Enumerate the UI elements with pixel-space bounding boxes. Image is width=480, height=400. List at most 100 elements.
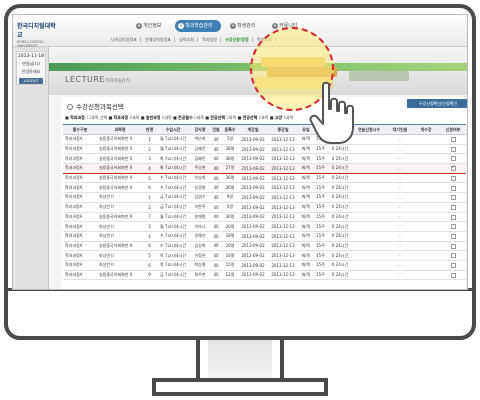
table-cell: 수 7교시/4시간 — [156, 173, 190, 184]
table-cell: 2013-12-13 — [268, 182, 298, 194]
table-cell: 2013-09-02 — [238, 173, 268, 184]
select-checkbox[interactable] — [450, 185, 456, 191]
table-cell: - — [385, 221, 415, 232]
table-cell — [415, 153, 437, 165]
column-header[interactable]: 대기인원 — [385, 124, 415, 135]
table-cell: 2013-12-13 — [268, 192, 298, 203]
scrollbar[interactable] — [466, 124, 467, 289]
table-cell: 12명 — [222, 270, 238, 281]
column-header[interactable]: 수업시간 — [156, 124, 190, 135]
registration-confirm-button[interactable]: 수강신청확인/신청확인 — [407, 99, 467, 108]
submenu-item[interactable]: 성적조회 — [176, 37, 198, 42]
table-row[interactable]: 학과과정A 실용중국어회화반 II 2 월 7교시/4시간 김혜진 40 38명 2013-0… — [63, 144, 467, 155]
table-cell: 15주 — [314, 231, 327, 242]
submenu-item[interactable]: 전체강의일정표 — [142, 37, 175, 42]
submenu-item-registration[interactable]: 수강신청/정정 — [222, 37, 253, 42]
school-logo[interactable]: 한국디지털대학교 KOREA DIGITAL UNIVERSITY — [17, 21, 61, 48]
table-cell: 15주 — [314, 173, 327, 184]
select-checkbox[interactable] — [450, 243, 456, 249]
column-header[interactable]: 신청여부 — [437, 124, 467, 135]
column-header[interactable]: 반명 — [143, 124, 156, 135]
course-table: 필수구분 과목명 반명 수업시간 강사명 인원 등록수 개강일 종강일 요일 시… — [63, 124, 467, 281]
table-cell — [353, 182, 385, 194]
table-cell: 학과과정A — [63, 212, 97, 223]
table-row[interactable]: 학과과정A 하상반 II 4 수 7교시/4시간 권해선 40 18명 2013-09-02 2… — [63, 231, 467, 242]
user-box: 2013-11-18 연길님(디) 안녕하세요 LOGOUT — [16, 51, 46, 85]
filter-item[interactable]: ■ 학과과정 8과목 — [108, 115, 140, 120]
select-checkbox[interactable] — [450, 224, 456, 230]
table-cell: - — [385, 192, 415, 203]
table-body: 학과과정A 실용중국어회화반 II 1 월 7교시/4시간 박난희 40 1명 2013-09… — [63, 134, 467, 281]
submenu-item[interactable]: 학과일정 — [199, 37, 221, 42]
table-cell: 2013-09-02 — [238, 144, 268, 155]
table-row[interactable]: 학과과정A 하상반 II 6 목 7교시/4시간 박상철 40 15명 2013-09-02 2… — [63, 260, 467, 271]
table-cell: 실용중국어회화반 II — [97, 153, 143, 165]
select-checkbox[interactable] — [450, 146, 456, 152]
column-header[interactable]: 개강일 — [238, 124, 268, 135]
select-checkbox[interactable] — [450, 204, 456, 210]
select-checkbox[interactable] — [450, 137, 456, 143]
select-checkbox[interactable] — [450, 195, 456, 201]
table-row[interactable]: 학과과정A 실용중국어회화반 II 3 화 7교시/4시간 김혜진 40 38명 2013-0… — [63, 153, 467, 165]
column-header[interactable]: 강사명 — [190, 124, 210, 135]
filter-item[interactable]: ■ 학과과정 13과목 선택 — [65, 115, 108, 120]
select-checkbox[interactable] — [450, 253, 456, 259]
table-cell: 40 — [210, 241, 222, 252]
table-cell: - — [385, 250, 415, 261]
column-header[interactable]: 인원 — [210, 124, 222, 135]
column-header[interactable]: 연습신청시수 — [353, 124, 385, 135]
table-row[interactable]: 학과과정A 실용중국어회화반 II 9 금 7교시/4시간 최주현 40 12명 2013-0… — [63, 270, 467, 281]
column-header[interactable]: 등록수 — [222, 124, 238, 135]
column-header[interactable]: 개수강 — [415, 124, 437, 135]
table-cell: 2013-12-13 — [268, 202, 298, 213]
table-cell: 학과과정A — [63, 182, 97, 194]
select-checkbox[interactable] — [450, 156, 456, 162]
table-cell — [415, 241, 437, 252]
filter-item[interactable]: ■ 전공선택 0과목 — [205, 115, 237, 120]
table-cell: - — [385, 163, 415, 174]
column-header[interactable]: 종강일 — [268, 124, 298, 135]
filter-item[interactable]: ■ 전공선택 0과목 — [238, 115, 270, 120]
table-cell: 김성희 — [190, 241, 210, 252]
table-row[interactable]: 학과과정A 실용중국어회화반 II 5 수 7교시/4시간 이상희 40 36명 2013-0… — [63, 173, 467, 184]
submenu-item[interactable]: 나의강의일정표 — [108, 37, 141, 42]
logout-button[interactable]: LOGOUT — [19, 78, 43, 84]
table-row[interactable]: 학과과정A 실용중국어회화반 II 8 수 7교시/4시간 김성희 40 20명 2013-0… — [63, 241, 467, 252]
table-cell: 화/목 — [298, 260, 314, 271]
table-cell: 2013-09-02 — [238, 241, 268, 252]
table-row[interactable]: 학과과정A 실용중국어회화반 II 1 월 7교시/4시간 박난희 40 1명 2013-09… — [63, 134, 467, 145]
select-checkbox[interactable] — [450, 214, 456, 220]
table-cell: 2013-09-02 — [238, 212, 268, 223]
table-cell: 40 — [210, 202, 222, 213]
table-cell: 화/목 — [298, 202, 314, 213]
table-cell: 화/목 — [298, 163, 314, 174]
select-cell — [437, 173, 467, 184]
select-cell — [437, 192, 467, 203]
pointer-hand-icon — [309, 81, 354, 144]
select-cell — [437, 153, 467, 165]
select-checkbox[interactable] — [450, 165, 456, 172]
column-header[interactable]: 과목명 — [97, 124, 143, 135]
filter-item[interactable]: ■ 일반과정 0과목 — [141, 115, 173, 120]
table-cell: 학과과정A — [63, 231, 97, 242]
table-row[interactable]: 학과과정A 실용중국어회화반 II 6 수 7교시/4시간 신경원 40 36명 2013-0… — [63, 182, 467, 194]
filter-item[interactable]: ■ 전공필수 0과목 — [173, 115, 205, 120]
table-row[interactable]: 학과과정A 실용중국어회화반 II 4 화 7교시/4시간 주상현 40 27명 2013-0… — [63, 163, 467, 174]
select-cell — [437, 250, 467, 261]
nav-item-personal[interactable]: + 개인정보 — [133, 20, 169, 32]
select-checkbox[interactable] — [450, 175, 456, 181]
column-header[interactable]: 필수구분 — [63, 124, 97, 135]
table-cell — [415, 163, 437, 174]
nav-item-students[interactable]: + 학생관리 — [227, 20, 263, 32]
table-row[interactable]: 학과과정A 실용중국어회화반 II 7 월 7교시/4시간 한해원 40 30명 2013-0… — [63, 212, 467, 223]
select-checkbox[interactable] — [450, 263, 456, 269]
nav-item-learning[interactable]: + 학과학습관리 — [175, 20, 221, 32]
table-row[interactable]: 학과과정A 하상반 II 3 월 7교시/4시간 이하나 40 20명 2013-09-02 2… — [63, 221, 467, 232]
filter-item[interactable]: ■ 교양 0과목 — [270, 115, 294, 120]
table-row[interactable]: 학과과정A 하상반 II 5 목 7교시/4시간 이정은 40 16명 2013-09-02 2… — [63, 250, 467, 261]
table-row[interactable]: 학과과정A 하상반 II 1 금 7교시/4시간 김영수 40 9명 2013-09-02 20… — [63, 192, 467, 203]
table-cell: - — [385, 241, 415, 252]
table-row[interactable]: 학과과정A 하상반 II 2 금 7교시/4시간 이한주 40 5명 2013-09-02 20… — [63, 202, 467, 213]
select-checkbox[interactable] — [450, 272, 456, 278]
select-checkbox[interactable] — [450, 233, 456, 239]
